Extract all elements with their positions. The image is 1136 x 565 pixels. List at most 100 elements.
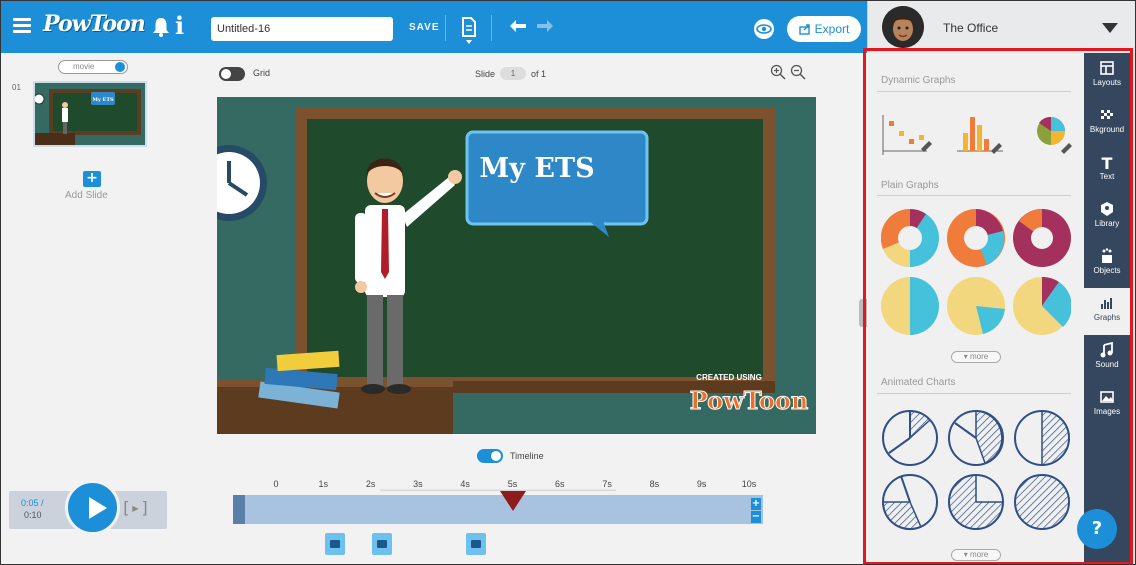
slide-thumbnail[interactable]: My ETS [33, 81, 147, 147]
background-icon [1101, 110, 1113, 119]
section-divider [877, 393, 1071, 394]
user-name[interactable]: The Office [943, 21, 998, 35]
avatar[interactable] [882, 6, 924, 48]
dynamic-graphs-title: Dynamic Graphs [881, 75, 956, 86]
slide-total: of 1 [531, 68, 547, 79]
nav-item-text[interactable]: T Text [1084, 147, 1130, 194]
total-time: 0:10 [24, 510, 42, 520]
timeline-playhead[interactable] [499, 491, 526, 511]
preview-eye-icon[interactable] [753, 19, 775, 39]
nav-item-layouts[interactable]: Layouts [1084, 53, 1130, 100]
animated-pie-item[interactable] [1013, 473, 1071, 531]
powtoon-editor: PowToon i SAVE [0, 0, 1136, 565]
text-object-marker[interactable] [325, 533, 345, 555]
play-button[interactable] [65, 480, 120, 535]
toolbar-divider [445, 15, 446, 41]
slide-canvas[interactable]: My ETS CREATED USING PowToon [217, 97, 816, 434]
timeline-toggle[interactable] [477, 449, 503, 463]
track-audio-controls[interactable] [233, 495, 245, 524]
bubble-text: My ETS [479, 153, 594, 184]
zoom-in-icon[interactable] [770, 64, 786, 80]
nav-item-graphs[interactable]: Graphs [1084, 288, 1130, 335]
donut-chart-item[interactable] [881, 209, 939, 267]
redo-icon[interactable] [535, 18, 555, 34]
current-time: 0:05 / [21, 498, 44, 508]
bell-icon[interactable] [151, 16, 171, 38]
nav-item-bkground[interactable]: Bkground [1084, 100, 1130, 147]
export-button[interactable]: Export [787, 16, 861, 42]
svg-text:PowToon: PowToon [690, 386, 809, 415]
toolbar-divider [491, 15, 492, 41]
export-icon [798, 24, 810, 35]
graphs-icon [1101, 298, 1112, 309]
panel-collapse-handle[interactable] [859, 299, 867, 327]
images-icon [1100, 391, 1114, 403]
grid-label: Grid [253, 68, 271, 78]
character-object-marker[interactable] [372, 533, 392, 555]
top-toolbar: PowToon i SAVE [1, 1, 867, 53]
section-divider [877, 195, 1071, 196]
text-icon: T [1102, 154, 1113, 170]
nav-item-label: Sound [1095, 360, 1119, 369]
slide-label: Slide [475, 68, 496, 79]
animated-pie-item[interactable] [1013, 409, 1071, 467]
help-button[interactable]: ? [1077, 509, 1117, 549]
donut-chart-item[interactable] [947, 209, 1005, 267]
menu-icon[interactable] [13, 18, 31, 34]
plain-graphs-more-button[interactable]: ▾ more [951, 351, 1001, 363]
zoom-out-icon[interactable] [790, 64, 806, 80]
animated-pie-item[interactable] [947, 473, 1005, 531]
nav-item-library[interactable]: Library [1084, 194, 1130, 241]
timeline-extend-button[interactable]: + [751, 498, 761, 510]
layouts-icon [1100, 61, 1114, 75]
animated-pie-item[interactable] [947, 409, 1005, 467]
animated-charts-title: Animated Charts [881, 377, 956, 388]
grid-toggle[interactable] [219, 67, 245, 81]
document-title-input[interactable] [211, 17, 393, 41]
nav-item-sound[interactable]: Sound [1084, 335, 1130, 382]
nav-item-objects[interactable]: Objects [1084, 241, 1130, 288]
objects-icon [1102, 248, 1112, 263]
slide-indicator: Slide 1 of 1 [475, 67, 546, 80]
add-slide-label[interactable]: Add Slide [65, 190, 108, 201]
timeline-shrink-button[interactable]: − [751, 511, 761, 523]
powtoon-logo[interactable]: PowToon [43, 11, 146, 37]
animated-charts-more-button[interactable]: ▾ more [951, 549, 1001, 561]
pie-graph-item[interactable] [1023, 111, 1079, 159]
animated-pie-item[interactable] [881, 473, 939, 531]
bar-graph-item[interactable] [953, 111, 1009, 159]
panel-scrollbar[interactable] [1130, 53, 1135, 564]
nav-item-label: Library [1094, 219, 1120, 228]
undo-icon[interactable] [508, 18, 528, 34]
document-menu-icon[interactable] [460, 16, 478, 46]
timeline-ruler-ticks [380, 489, 616, 491]
thumb-bubble-text: My ETS [92, 97, 114, 103]
export-label: Export [814, 22, 850, 36]
svg-text:T: T [1102, 154, 1113, 170]
donut-chart-item[interactable] [1013, 209, 1071, 267]
pie-chart-item[interactable] [1013, 277, 1071, 335]
step-forward-button[interactable]: [▸] [121, 498, 155, 522]
nav-item-images[interactable]: Images [1084, 382, 1130, 429]
user-menu-chevron-icon[interactable] [1102, 23, 1118, 33]
save-button[interactable]: SAVE [409, 22, 440, 33]
pie-chart-item[interactable] [947, 277, 1005, 335]
add-slide-button[interactable]: + [83, 171, 101, 187]
library-nav: Layouts Bkground T Text Library Objects Graphs… [1084, 53, 1130, 564]
current-slide-input[interactable]: 1 [500, 67, 527, 80]
movie-mode-toggle[interactable]: movie [58, 60, 128, 74]
animated-pie-item[interactable] [881, 409, 939, 467]
info-icon[interactable]: i [175, 11, 184, 40]
nav-item-label: Graphs [1093, 313, 1121, 322]
section-divider [877, 91, 1071, 92]
slides-panel: movie 01 My ETS + Add Slide [1, 53, 189, 483]
user-header: The Office [867, 1, 1135, 53]
pie-chart-item[interactable] [881, 277, 939, 335]
nav-item-label: Layouts [1092, 78, 1122, 87]
nav-item-label: Bkground [1089, 125, 1125, 134]
movie-label: movie [73, 62, 95, 71]
speech-bubble: My ETS [465, 130, 649, 237]
scatter-graph-item[interactable] [877, 111, 933, 159]
timeline-track[interactable] [233, 495, 763, 524]
bubble-object-marker[interactable] [466, 533, 486, 555]
